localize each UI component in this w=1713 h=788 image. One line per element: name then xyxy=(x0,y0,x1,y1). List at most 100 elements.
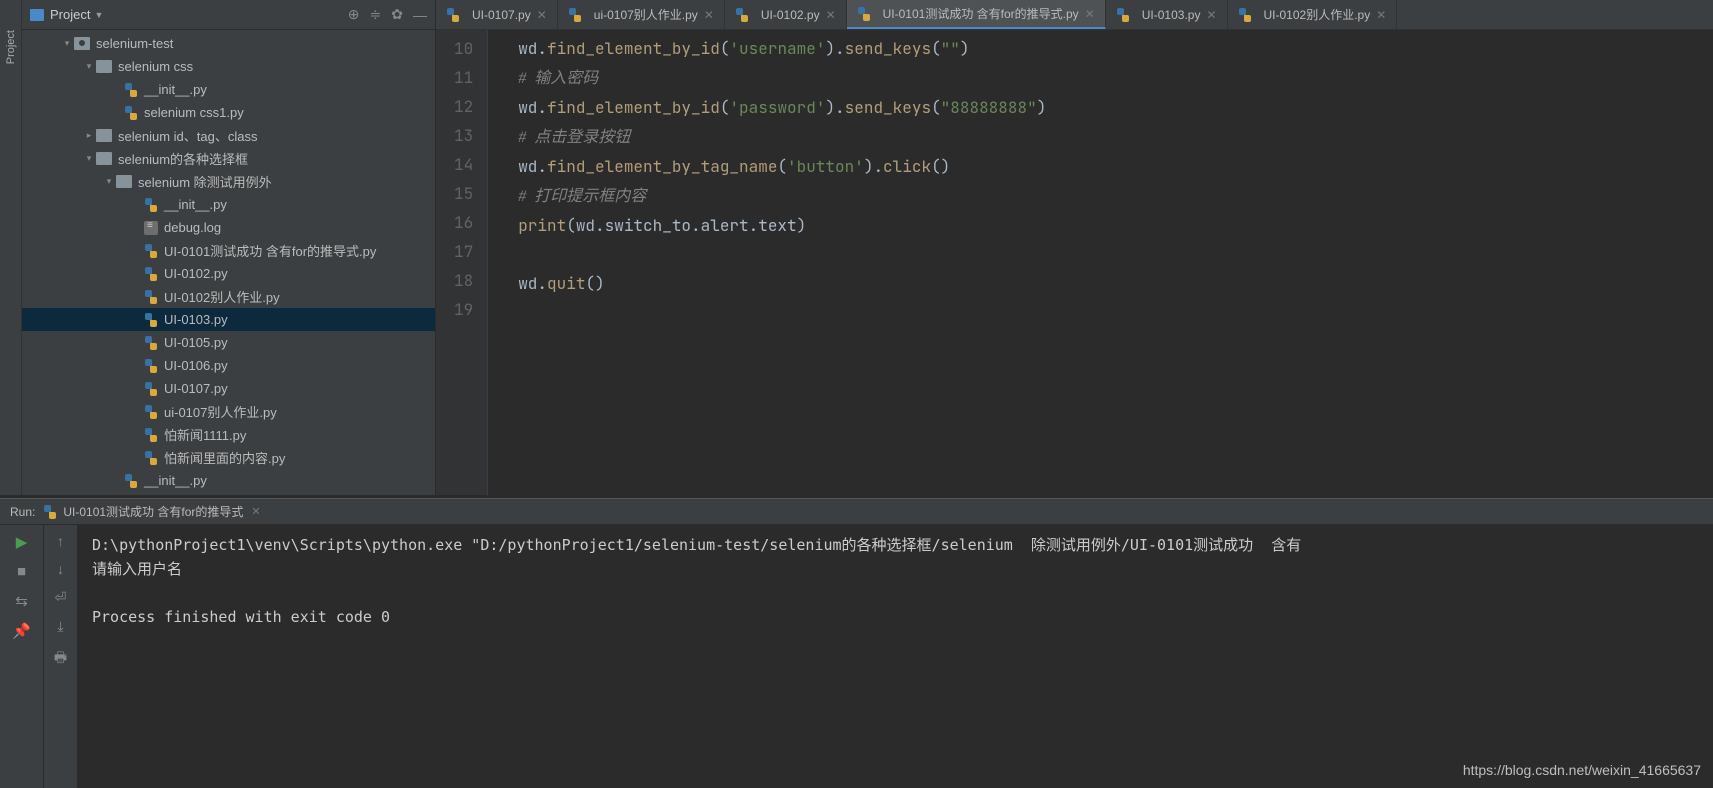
python-file-icon xyxy=(735,8,749,22)
console-output[interactable]: D:\pythonProject1\venv\Scripts\python.ex… xyxy=(78,525,1713,788)
python-file-icon xyxy=(144,290,158,304)
folder-icon xyxy=(74,37,90,50)
python-icon xyxy=(43,505,57,519)
run-toolbar-right: ↑ ↓ ⏎ ⤓ 🖶 xyxy=(44,525,78,788)
file-icon xyxy=(144,221,158,235)
tree-label: ui-0107别人作业.py xyxy=(164,402,277,421)
tree-label: UI-0102.py xyxy=(164,266,228,281)
python-file-icon xyxy=(144,451,158,465)
python-file-icon xyxy=(144,382,158,396)
chevron-icon[interactable]: ▸ xyxy=(82,130,96,141)
tree-folder[interactable]: ▾ selenium的各种选择框 xyxy=(22,147,435,170)
python-file-icon xyxy=(124,106,138,120)
tree-file[interactable]: UI-0103.py xyxy=(22,308,435,331)
tree-label: selenium-test xyxy=(96,36,173,51)
editor-tab[interactable]: UI-0103.py ✕ xyxy=(1106,0,1228,29)
tree-file[interactable]: UI-0101测试成功 含有for的推导式.py xyxy=(22,239,435,262)
tree-file[interactable]: 怕新闻里面的内容.py xyxy=(22,446,435,469)
python-file-icon xyxy=(144,336,158,350)
layout-icon[interactable]: ⇆ xyxy=(15,592,28,610)
tree-file[interactable]: UI-0102别人作业.py xyxy=(22,285,435,308)
tree-folder[interactable]: ▸ selenium id、tag、class xyxy=(22,124,435,147)
editor-tab[interactable]: UI-0102.py ✕ xyxy=(725,0,847,29)
editor-tab[interactable]: UI-0102别人作业.py✕ xyxy=(1228,0,1398,29)
python-file-icon xyxy=(124,83,138,97)
python-file-icon xyxy=(144,359,158,373)
close-tab-icon[interactable]: ✕ xyxy=(826,8,836,22)
tree-file[interactable]: __init__.py xyxy=(22,469,435,492)
wrap-icon[interactable]: ⏎ xyxy=(55,589,67,606)
close-tab-icon[interactable]: ✕ xyxy=(704,8,714,22)
tree-file[interactable]: UI-0105.py xyxy=(22,331,435,354)
tree-label: __init__.py xyxy=(144,82,207,97)
stop-icon[interactable]: ■ xyxy=(17,563,26,580)
pin-icon[interactable]: 📌 xyxy=(12,622,31,640)
code-editor[interactable]: wd.find_element_by_id('username').send_k… xyxy=(488,30,1713,495)
tree-label: 怕新闻里面的内容.py xyxy=(164,448,285,467)
project-tool-tab[interactable]: Project xyxy=(5,30,17,64)
tree-folder[interactable]: ▾ selenium 除测试用例外 xyxy=(22,170,435,193)
tree-folder[interactable]: ▾ selenium css xyxy=(22,55,435,78)
rerun-icon[interactable]: ▶ xyxy=(16,533,28,551)
editor-tab[interactable]: UI-0101测试成功 含有for的推导式.py ✕ xyxy=(847,0,1106,29)
chevron-icon[interactable]: ▾ xyxy=(82,153,96,164)
close-tab-icon[interactable]: ✕ xyxy=(537,8,547,22)
tree-file[interactable]: __init__.py xyxy=(22,78,435,101)
tree-label: __init__.py xyxy=(164,197,227,212)
tab-label: UI-0107.py xyxy=(472,8,531,22)
left-tool-strip[interactable]: Project xyxy=(0,0,22,495)
tree-file[interactable]: 怕新闻1111.py xyxy=(22,423,435,446)
tree-label: selenium id、tag、class xyxy=(118,126,257,145)
sidebar-header: Project ▼ ⊕ ≑ ✿ — xyxy=(22,0,435,30)
editor-tabs[interactable]: UI-0107.py✕ui-0107别人作业.py✕UI-0102.py✕UI-… xyxy=(436,0,1713,30)
tree-file[interactable]: UI-0102.py xyxy=(22,262,435,285)
gear-icon[interactable]: ✿ xyxy=(391,6,403,23)
locate-icon[interactable]: ⊕ xyxy=(348,6,360,23)
close-tab-icon[interactable]: ✕ xyxy=(1206,8,1216,22)
tree-label: UI-0106.py xyxy=(164,358,228,373)
print-icon[interactable]: 🖶 xyxy=(54,647,67,671)
tree-label: __init__.py xyxy=(144,473,207,488)
tree-file[interactable]: UI-0107.py xyxy=(22,377,435,400)
hide-icon[interactable]: — xyxy=(413,7,427,23)
chevron-icon[interactable]: ▾ xyxy=(82,61,96,72)
editor-tab[interactable]: ui-0107别人作业.py ✕ xyxy=(558,0,725,29)
tab-label: ui-0107别人作业.py xyxy=(594,6,698,23)
sidebar-title[interactable]: Project xyxy=(50,7,90,22)
project-tree[interactable]: ▾selenium-test▾selenium css__init__.pyse… xyxy=(22,30,435,495)
scroll-icon[interactable]: ⤓ xyxy=(57,618,63,635)
tree-label: selenium 除测试用例外 xyxy=(138,172,272,191)
dropdown-arrow-icon[interactable]: ▼ xyxy=(94,10,103,20)
python-file-icon xyxy=(446,8,460,22)
code-area[interactable]: 10111213141516171819 wd.find_element_by_… xyxy=(436,30,1713,495)
tree-folder[interactable]: ▾ selenium-test xyxy=(22,32,435,55)
tree-file[interactable]: ui-0107别人作业.py xyxy=(22,400,435,423)
chevron-icon[interactable]: ▾ xyxy=(102,176,116,187)
tab-label: UI-0102.py xyxy=(761,8,820,22)
python-file-icon xyxy=(124,474,138,488)
tree-label: UI-0102别人作业.py xyxy=(164,287,280,306)
tree-file[interactable]: __init__.py xyxy=(22,193,435,216)
expand-icon[interactable]: ≑ xyxy=(370,6,382,23)
up-icon[interactable]: ↑ xyxy=(57,533,64,549)
close-icon[interactable]: ✕ xyxy=(251,505,260,518)
tree-label: selenium的各种选择框 xyxy=(118,149,248,168)
tree-file[interactable]: selenium css1.py xyxy=(22,101,435,124)
tree-file[interactable]: UI-0106.py xyxy=(22,354,435,377)
tree-file[interactable]: debug.log xyxy=(22,216,435,239)
python-file-icon xyxy=(1116,8,1130,22)
editor-tab[interactable]: UI-0107.py ✕ xyxy=(436,0,558,29)
project-sidebar: Project ▼ ⊕ ≑ ✿ — ▾selenium-test▾seleniu… xyxy=(22,0,436,495)
tab-label: UI-0103.py xyxy=(1142,8,1201,22)
close-tab-icon[interactable]: ✕ xyxy=(1376,8,1386,22)
run-config-name[interactable]: UI-0101测试成功 含有for的推导式 xyxy=(63,503,243,520)
down-icon[interactable]: ↓ xyxy=(57,561,64,577)
tree-label: 怕新闻1111.py xyxy=(164,425,246,444)
python-file-icon xyxy=(144,313,158,327)
tab-label: UI-0101测试成功 含有for的推导式.py xyxy=(883,5,1079,22)
chevron-icon[interactable]: ▾ xyxy=(60,38,74,49)
tree-label: selenium css xyxy=(118,59,193,74)
tree-label: selenium css1.py xyxy=(144,105,244,120)
python-file-icon xyxy=(144,428,158,442)
close-tab-icon[interactable]: ✕ xyxy=(1085,7,1095,21)
